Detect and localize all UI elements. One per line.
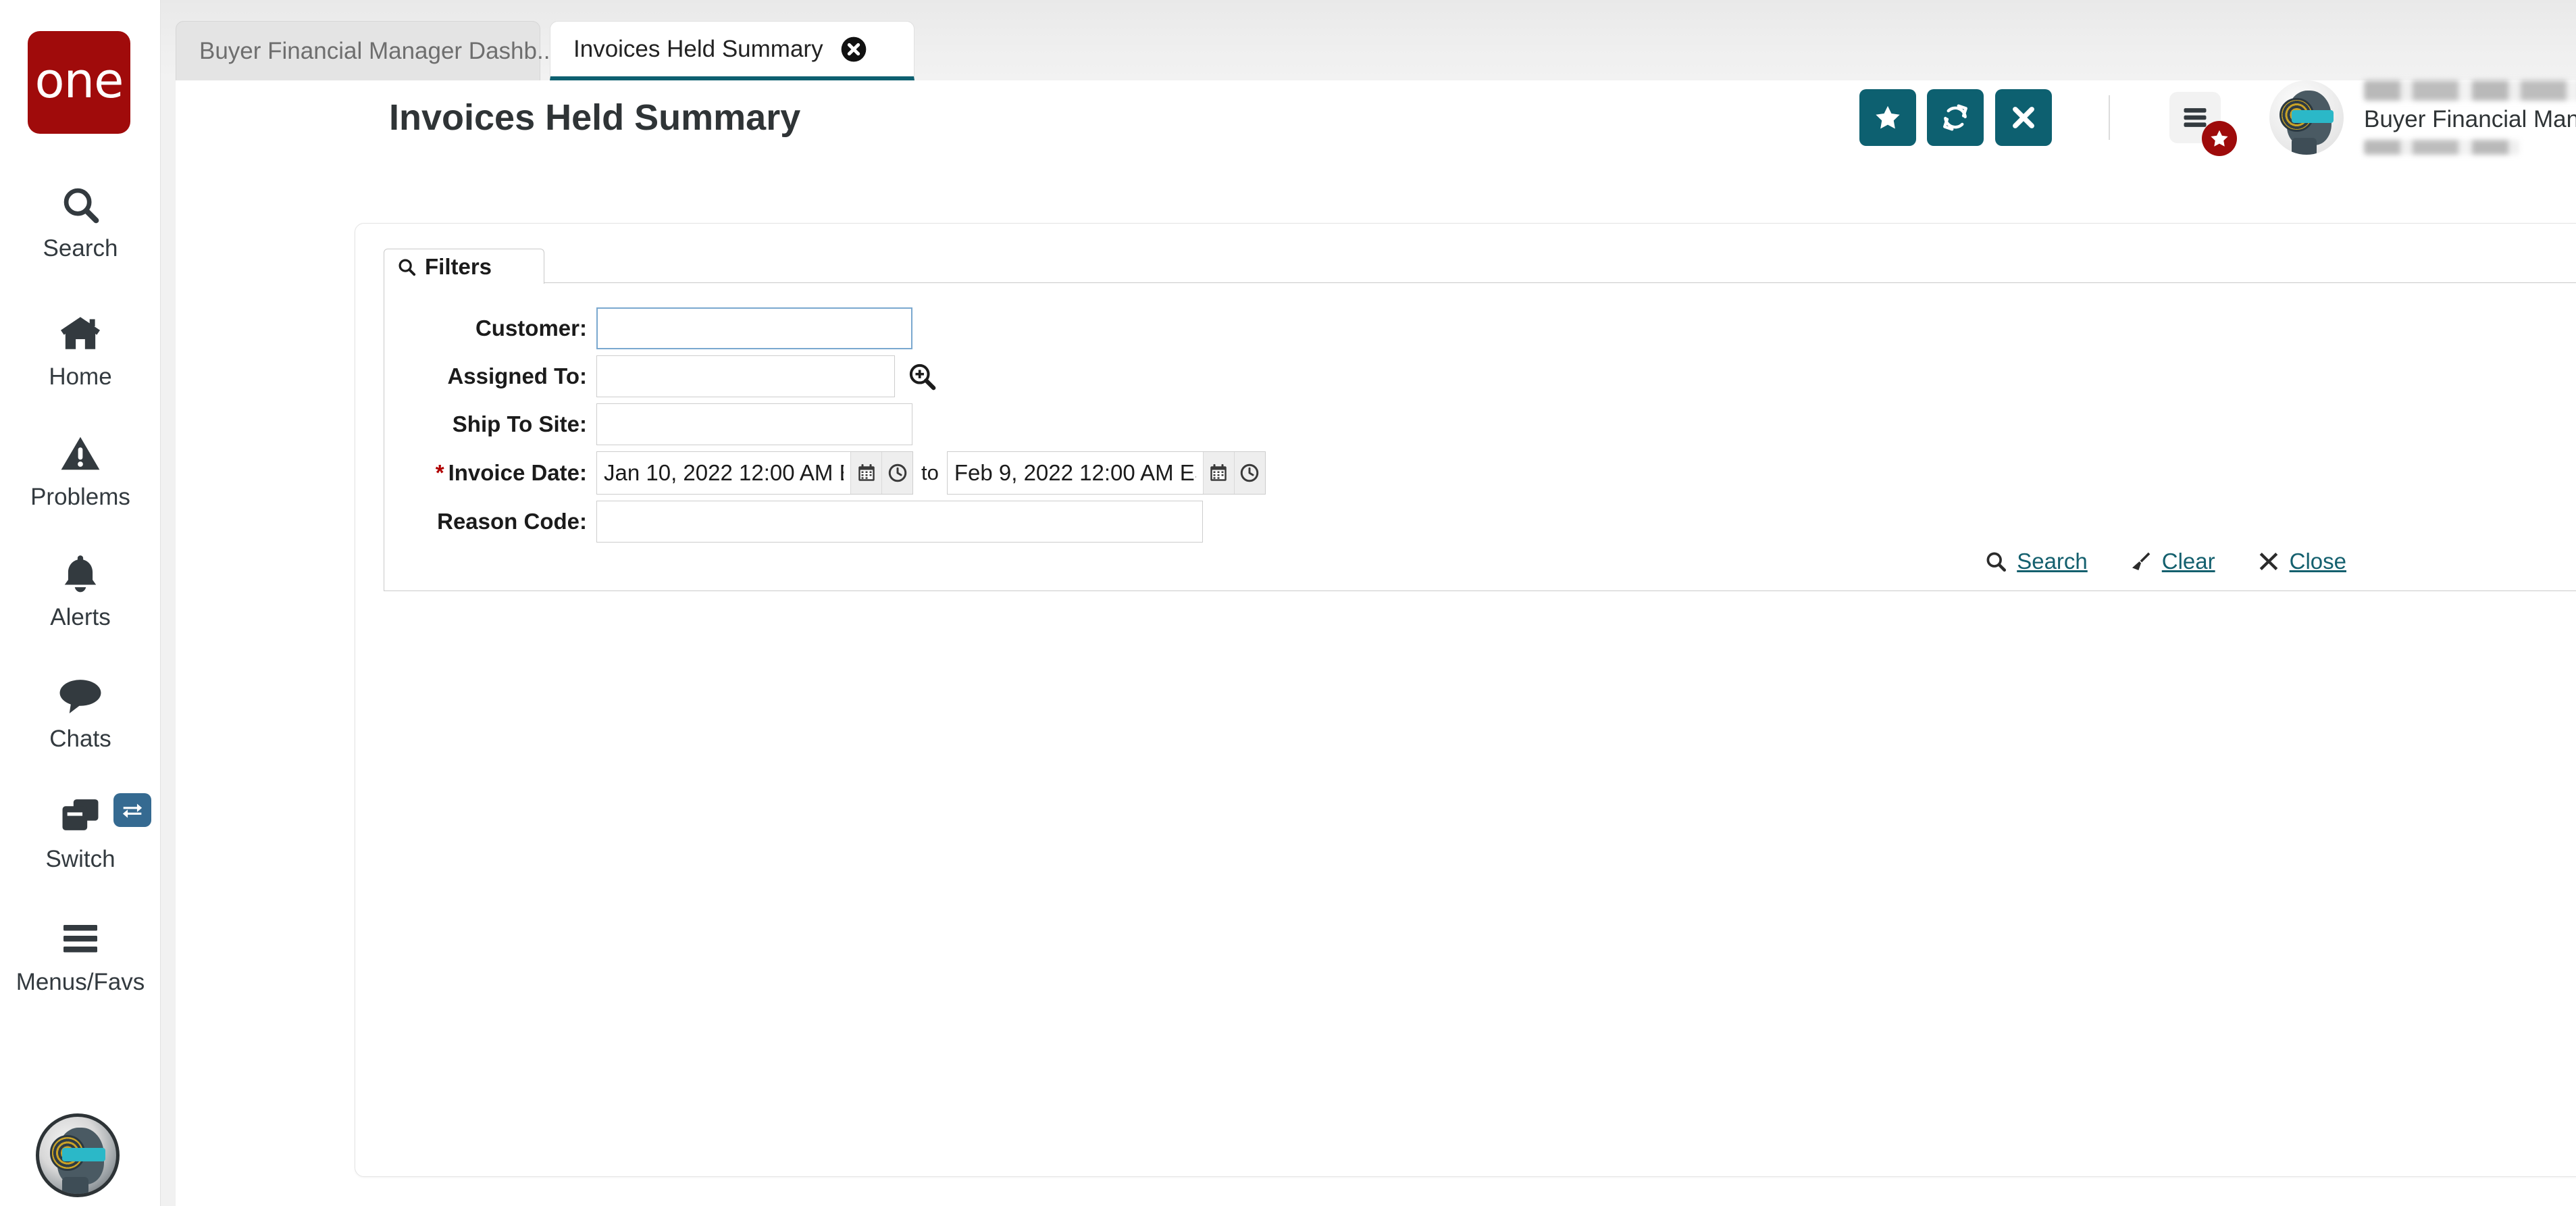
hamburger-icon xyxy=(59,911,101,966)
customer-input[interactable] xyxy=(596,307,912,349)
field-row-assigned-to: Assigned To: xyxy=(426,355,941,397)
x-bold-icon xyxy=(2257,550,2280,573)
filter-actions: Search Clear Close xyxy=(1984,549,2346,574)
filters-panel-tab[interactable]: Filters xyxy=(384,249,544,284)
sidebar-item-label: Menus/Favs xyxy=(16,969,145,996)
exchange-arrows-icon[interactable] xyxy=(113,793,151,827)
invoice-date-from-time-button[interactable] xyxy=(881,452,912,494)
reason-code-label: Reason Code: xyxy=(426,509,596,534)
clear-link-label: Clear xyxy=(2162,549,2215,574)
page-header: Invoices Held Summary xyxy=(176,80,2576,154)
tab-label: Invoices Held Summary xyxy=(573,36,823,63)
invoice-date-label-text: Invoice Date: xyxy=(448,460,587,485)
calendar-icon xyxy=(1208,463,1229,483)
clear-link[interactable]: Clear xyxy=(2130,549,2215,574)
filters-panel: Customer: Assigned To: Ship To Site: xyxy=(384,282,2576,591)
search-icon xyxy=(1984,550,2007,573)
avatar-art xyxy=(39,1117,116,1194)
magnifier-plus-icon xyxy=(907,361,937,392)
favorites-badge xyxy=(2202,121,2237,156)
invoice-date-to-time-button[interactable] xyxy=(1234,452,1265,494)
tab-strip: Buyer Financial Manager Dashb... Invoice… xyxy=(161,0,2576,80)
sidebar-item-chats[interactable]: Chats xyxy=(0,668,161,753)
bell-icon xyxy=(61,546,100,601)
search-link[interactable]: Search xyxy=(1984,549,2088,574)
invoice-date-to-input[interactable] xyxy=(948,452,1203,494)
search-link-label: Search xyxy=(2017,549,2088,574)
ship-to-site-input[interactable] xyxy=(596,403,912,445)
sidebar-item-switch[interactable]: Switch xyxy=(0,788,161,873)
invoice-date-from-calendar-button[interactable] xyxy=(850,452,881,494)
reason-code-input[interactable] xyxy=(596,501,1203,543)
invoice-date-from-group xyxy=(596,451,913,495)
refresh-button[interactable] xyxy=(1927,89,1984,146)
ship-to-site-label: Ship To Site: xyxy=(426,411,596,437)
sidebar-item-alerts[interactable]: Alerts xyxy=(0,546,161,631)
chat-bubble-icon xyxy=(58,668,103,723)
user-role: Buyer Financial Manager xyxy=(2364,106,2576,133)
close-link-label: Close xyxy=(2290,549,2346,574)
x-icon xyxy=(2009,103,2038,132)
main-region: Buyer Financial Manager Dashb... Invoice… xyxy=(161,0,2576,1206)
warning-triangle-icon xyxy=(59,426,101,481)
page-title: Invoices Held Summary xyxy=(389,97,800,139)
favorite-button[interactable] xyxy=(1859,89,1916,146)
field-row-reason-code: Reason Code: xyxy=(426,501,1203,543)
sidebar-item-label: Search xyxy=(43,235,118,262)
robot-avatar-icon[interactable] xyxy=(36,1113,120,1197)
close-link[interactable]: Close xyxy=(2257,549,2346,574)
home-icon xyxy=(59,305,102,361)
broom-icon xyxy=(2130,550,2153,573)
invoice-date-to-group xyxy=(947,451,1266,495)
logo-text: one xyxy=(35,56,124,105)
tab-buyer-financial-manager-dashboard[interactable]: Buyer Financial Manager Dashb... xyxy=(176,21,540,80)
customer-label: Customer: xyxy=(426,316,596,341)
filters-panel-title: Filters xyxy=(425,254,492,280)
user-info: Buyer Financial Manager xyxy=(2364,80,2576,155)
invoice-date-separator: to xyxy=(921,461,939,485)
refresh-icon xyxy=(1940,103,1970,132)
assigned-to-label: Assigned To: xyxy=(426,363,596,389)
star-icon xyxy=(2209,128,2230,149)
star-icon xyxy=(1874,103,1902,132)
search-icon xyxy=(59,177,101,232)
clock-icon xyxy=(1239,463,1260,483)
windows-switch-icon xyxy=(0,788,161,843)
tab-invoices-held-summary[interactable]: Invoices Held Summary xyxy=(550,21,915,80)
assigned-to-input[interactable] xyxy=(596,355,895,397)
left-sidebar: one Search Home xyxy=(0,0,161,1206)
invoice-date-label: *Invoice Date: xyxy=(426,460,596,486)
assigned-to-lookup-button[interactable] xyxy=(903,357,941,395)
user-org-redacted xyxy=(2364,140,2519,155)
sidebar-item-label: Chats xyxy=(49,726,111,753)
sidebar-item-menus-favs[interactable]: Menus/Favs xyxy=(0,911,161,996)
user-name-redacted xyxy=(2364,80,2576,101)
sidebar-item-label: Alerts xyxy=(50,604,110,631)
field-row-ship-to-site: Ship To Site: xyxy=(426,403,912,445)
field-row-customer: Customer: xyxy=(426,307,912,349)
clock-icon xyxy=(887,463,908,483)
calendar-icon xyxy=(856,463,877,483)
sidebar-item-home[interactable]: Home xyxy=(0,305,161,391)
hamburger-icon xyxy=(2180,105,2210,130)
sidebar-item-search[interactable]: Search xyxy=(0,177,161,262)
search-icon xyxy=(396,257,417,277)
tab-label: Buyer Financial Manager Dashb... xyxy=(199,38,557,65)
sidebar-item-label: Home xyxy=(49,363,111,391)
sidebar-item-label: Problems xyxy=(30,484,130,511)
user-avatar[interactable] xyxy=(2269,80,2344,155)
avatar-art xyxy=(2269,80,2344,155)
sidebar-item-label: Switch xyxy=(45,846,115,873)
invoice-date-to-calendar-button[interactable] xyxy=(1203,452,1234,494)
required-asterisk: * xyxy=(436,460,444,485)
header-divider xyxy=(2109,95,2110,140)
invoice-date-from-input[interactable] xyxy=(597,452,850,494)
field-row-invoice-date: *Invoice Date: xyxy=(426,451,1266,495)
close-circle-icon[interactable] xyxy=(838,34,869,65)
close-page-button[interactable] xyxy=(1995,89,2052,146)
sidebar-item-problems[interactable]: Problems xyxy=(0,426,161,511)
app-logo[interactable]: one xyxy=(28,31,130,134)
